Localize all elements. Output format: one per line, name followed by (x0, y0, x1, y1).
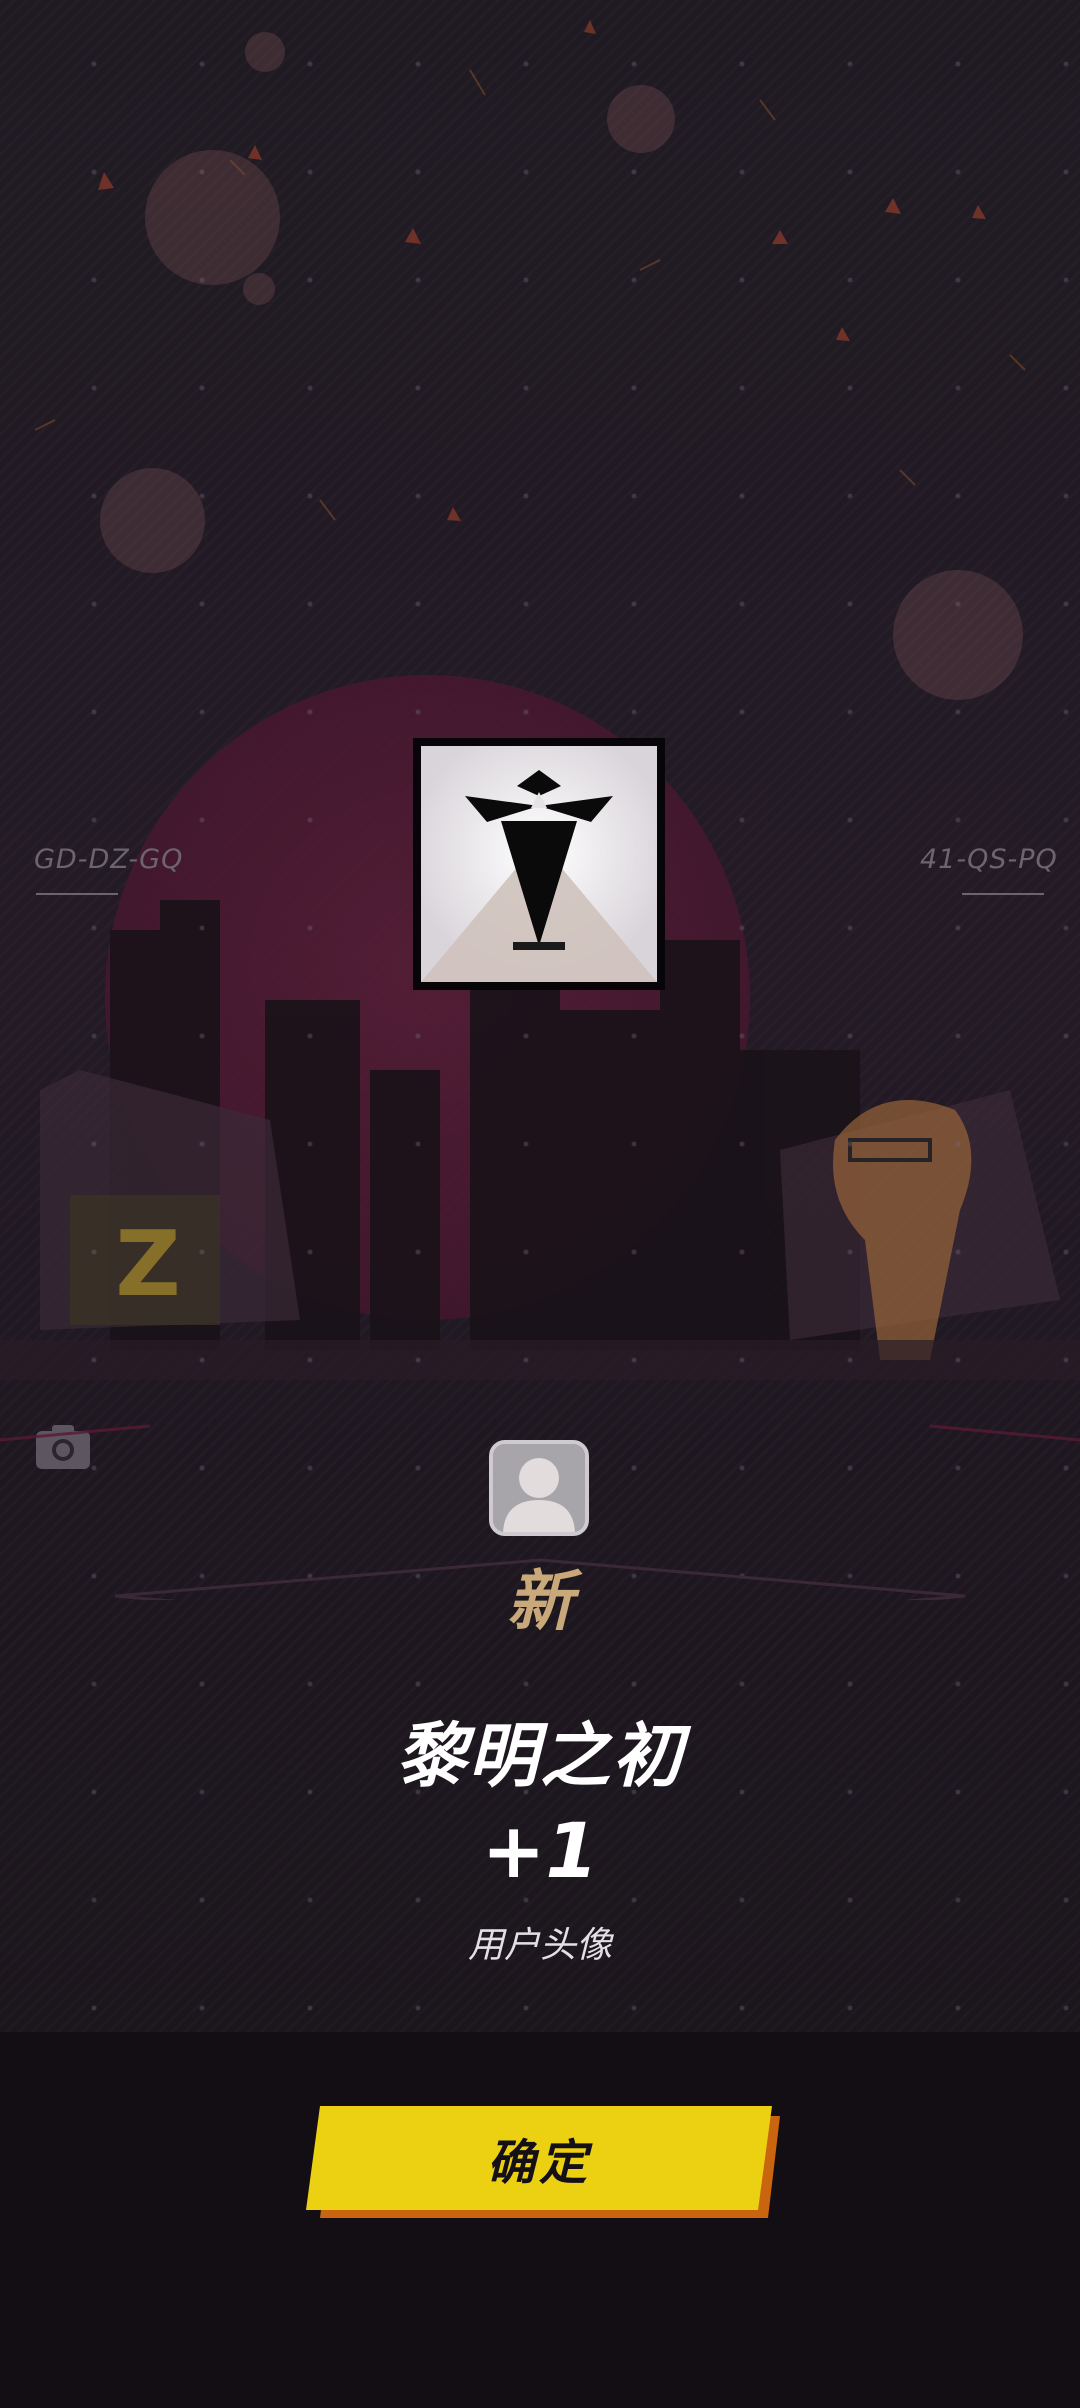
user-silhouette-icon (493, 1444, 585, 1532)
reward-avatar-image (421, 746, 657, 982)
left-code-label: GD-DZ-GQ (34, 844, 184, 875)
reward-item-name: 黎明之初 (396, 1715, 684, 1797)
confirm-button-label: 确定 (486, 2135, 591, 2191)
reward-item-type: 用户头像 (467, 1925, 612, 1966)
right-code-underline (962, 893, 1044, 895)
reward-avatar-preview (413, 738, 665, 990)
left-code-underline (36, 893, 118, 895)
reward-quantity: +1 (481, 1806, 599, 1895)
avatar-category-icon (489, 1440, 589, 1536)
right-code-label: 41-QS-PQ (920, 844, 1058, 875)
ember-sparks-decoration (34, 20, 1026, 521)
hooded-figure-icon (421, 746, 657, 982)
new-badge: 新 (507, 1562, 573, 1640)
confirm-button-wrapper: 确定 (306, 2106, 780, 2218)
bottom-panel (0, 2032, 1080, 2408)
confirm-button[interactable]: 确定 (306, 2106, 772, 2210)
